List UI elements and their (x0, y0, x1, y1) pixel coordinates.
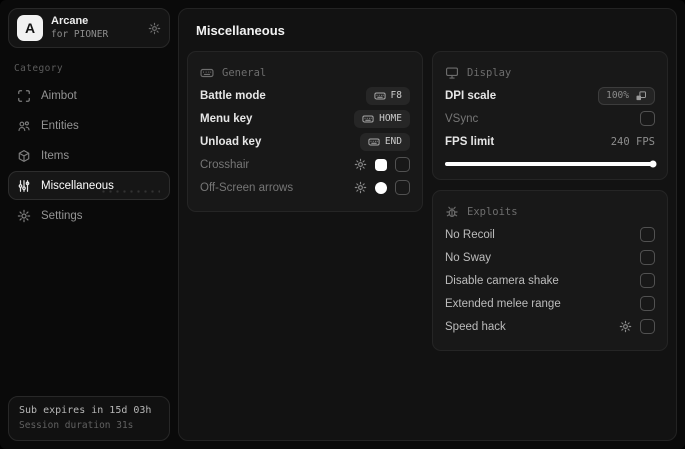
color-swatch[interactable] (375, 158, 387, 171)
box-icon (17, 149, 31, 163)
setting-row-speed-hack: Speed hack (445, 315, 655, 338)
fps-limit-slider[interactable] (445, 160, 657, 168)
users-icon (17, 119, 31, 133)
display-panel: Display DPI scale 100% VSync FPS limit 2… (432, 51, 668, 180)
sidebar-item-label: Settings (41, 209, 83, 222)
setting-row-no-recoil: No Recoil (445, 223, 655, 246)
speed-hack-checkbox[interactable] (640, 319, 655, 334)
slider-fill (445, 162, 653, 166)
app-name: Arcane (51, 15, 89, 28)
monitor-icon (445, 66, 459, 80)
sidebar-item-items[interactable]: Items (8, 141, 170, 170)
sidebar-item-aimbot[interactable]: Aimbot (8, 81, 170, 110)
gear-icon[interactable] (619, 320, 632, 333)
dpi-scale-select[interactable]: 100% (598, 86, 655, 105)
fps-limit-value: 240 FPS (610, 135, 655, 148)
keyboard-icon (362, 113, 374, 125)
category-label: Category (14, 63, 63, 74)
sub-expires-text: Sub expires in 15d 03h (19, 405, 152, 416)
sidebar-item-miscellaneous[interactable]: Miscellaneous (8, 171, 170, 200)
keyboard-icon (368, 136, 380, 148)
color-swatch[interactable] (375, 181, 387, 194)
setting-row-disable-camera-shake: Disable camera shake (445, 269, 655, 292)
setting-label: Off-Screen arrows (200, 181, 294, 194)
sliders-icon (17, 179, 31, 193)
main-content: Miscellaneous General Battle mode F8 Men… (178, 8, 677, 441)
setting-row-battle-mode: Battle mode F8 (200, 84, 410, 107)
setting-row-no-sway: No Sway (445, 246, 655, 269)
page-title: Miscellaneous (196, 23, 285, 38)
setting-label: Crosshair (200, 158, 250, 171)
setting-label: VSync (445, 112, 479, 125)
setting-label: No Sway (445, 251, 492, 264)
setting-label: Menu key (200, 112, 253, 125)
app-logo-card: A Arcane for PIONER (8, 8, 170, 48)
general-panel: General Battle mode F8 Menu key HOME Unl… (187, 51, 423, 212)
subscription-info-card: Sub expires in 15d 03h Session duration … (8, 396, 170, 441)
setting-label: Unload key (200, 135, 262, 148)
scale-icon (635, 90, 647, 102)
keybind-value: HOME (379, 113, 402, 124)
no-sway-checkbox[interactable] (640, 250, 655, 265)
keybind-value: F8 (390, 90, 402, 101)
app-window: A Arcane for PIONER Category Aimbot Enti… (0, 0, 685, 449)
slider-knob[interactable] (649, 160, 657, 168)
exploits-panel: Exploits No Recoil No Sway Disable camer… (432, 190, 668, 351)
setting-row-dpi-scale: DPI scale 100% (445, 84, 655, 107)
setting-row-crosshair: Crosshair (200, 153, 410, 176)
offscreen-arrows-checkbox[interactable] (395, 180, 410, 195)
keybind-badge[interactable]: HOME (354, 109, 410, 128)
sidebar-item-entities[interactable]: Entities (8, 111, 170, 140)
setting-label: FPS limit (445, 135, 495, 148)
sidebar-item-label: Items (41, 149, 70, 162)
gear-icon (17, 209, 31, 223)
keyboard-icon (200, 66, 214, 80)
keybind-value: END (384, 136, 402, 147)
sidebar-item-label: Miscellaneous (41, 179, 114, 192)
panel-header-display: Display (467, 67, 512, 79)
keybind-badge[interactable]: F8 (365, 86, 410, 105)
sidebar-item-settings[interactable]: Settings (8, 201, 170, 230)
no-recoil-checkbox[interactable] (640, 227, 655, 242)
sidebar-item-label: Entities (41, 119, 79, 132)
setting-row-fps-limit: FPS limit 240 FPS (445, 130, 655, 153)
session-duration-text: Session duration 31s (19, 420, 134, 431)
setting-label: Disable camera shake (445, 274, 559, 287)
setting-label: Speed hack (445, 320, 506, 333)
setting-label: No Recoil (445, 228, 495, 241)
scan-icon (17, 89, 31, 103)
app-logo: A (17, 15, 43, 41)
crosshair-checkbox[interactable] (395, 157, 410, 172)
setting-label: DPI scale (445, 89, 497, 102)
keybind-badge[interactable]: END (359, 132, 410, 151)
setting-label: Extended melee range (445, 297, 561, 310)
setting-row-menu-key: Menu key HOME (200, 107, 410, 130)
disable-camera-shake-checkbox[interactable] (640, 273, 655, 288)
settings-gear-icon[interactable] (148, 22, 161, 35)
vsync-checkbox[interactable] (640, 111, 655, 126)
gear-icon[interactable] (354, 181, 367, 194)
panel-header-exploits: Exploits (467, 206, 518, 218)
sidebar-item-label: Aimbot (41, 89, 77, 102)
setting-row-extended-melee-range: Extended melee range (445, 292, 655, 315)
extended-melee-range-checkbox[interactable] (640, 296, 655, 311)
app-subtitle: for PIONER (51, 29, 109, 41)
gear-icon[interactable] (354, 158, 367, 171)
dpi-scale-value: 100% (606, 90, 629, 101)
sidebar: A Arcane for PIONER Category Aimbot Enti… (0, 0, 178, 449)
panel-header-general: General (222, 67, 267, 79)
setting-row-unload-key: Unload key END (200, 130, 410, 153)
setting-row-offscreen-arrows: Off-Screen arrows (200, 176, 410, 199)
keyboard-icon (374, 90, 386, 102)
bug-icon (445, 205, 459, 219)
setting-label: Battle mode (200, 89, 266, 102)
setting-row-vsync: VSync (445, 107, 655, 130)
